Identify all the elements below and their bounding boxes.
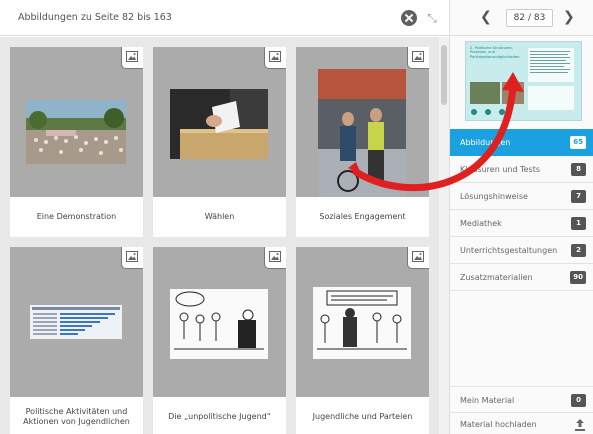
expand-icon[interactable]: ⤡ xyxy=(424,10,440,26)
chevron-left-icon[interactable]: ❮ xyxy=(480,9,492,25)
card-image-area xyxy=(153,47,286,197)
card-label: Die „unpolitische Jugend“ xyxy=(168,412,271,421)
menu-label: Klausuren und Tests xyxy=(460,165,541,174)
page-navigator: ❮ 82 / 83 ❯ xyxy=(450,0,593,36)
preview-content xyxy=(470,48,574,115)
image-icon xyxy=(407,247,429,269)
menu-label: Zusatzmaterialien xyxy=(460,273,533,282)
menu-item-mein-material[interactable]: Mein Material 0 xyxy=(450,386,593,413)
card-label: Soziales Engagement xyxy=(319,212,406,221)
count-badge: 65 xyxy=(570,136,586,149)
page-preview-thumbnail[interactable]: 2. Politische Strukturen, Prozesse, und … xyxy=(465,41,582,121)
image-icon xyxy=(264,247,286,269)
scrollbar-thumb[interactable] xyxy=(441,45,447,105)
gallery-header: Abbildungen zu Seite 82 bis 163 ⤡ xyxy=(0,0,449,36)
material-sidebar: ❮ 82 / 83 ❯ 2. Politische Strukturen, Pr… xyxy=(449,0,593,434)
voting-photo xyxy=(170,89,268,159)
image-card-waehlen[interactable]: Wählen xyxy=(153,47,286,237)
card-image-area xyxy=(153,247,286,397)
cartoon-unpolitische-jugend xyxy=(170,289,268,359)
card-label: Politische Aktivitäten und Aktionen von … xyxy=(23,407,130,426)
cartoon-jugendliche-parteien xyxy=(313,287,411,359)
menu-label: Abbildungen xyxy=(460,138,511,147)
card-image-area xyxy=(296,47,429,197)
card-image-area xyxy=(10,247,143,397)
menu-item-zusatzmaterialien[interactable]: Zusatzmaterialien 90 xyxy=(450,264,593,291)
menu-item-klausuren[interactable]: Klausuren und Tests 8 xyxy=(450,156,593,183)
demonstration-photo xyxy=(26,100,126,164)
image-card-unpolitische-jugend[interactable]: Die „unpolitische Jugend“ xyxy=(153,247,286,434)
close-icon[interactable] xyxy=(401,10,417,26)
card-image-area xyxy=(296,247,429,397)
gallery-title: Abbildungen zu Seite 82 bis 163 xyxy=(18,12,172,23)
material-upload-button[interactable]: Material hochladen xyxy=(450,413,593,434)
count-badge: 0 xyxy=(571,394,586,407)
menu-item-mediathek[interactable]: Mediathek 1 xyxy=(450,210,593,237)
image-card-politische-aktivitaeten[interactable]: Politische Aktivitäten und Aktionen von … xyxy=(10,247,143,434)
image-card-demonstration[interactable]: Eine Demonstration xyxy=(10,47,143,237)
card-label: Eine Demonstration xyxy=(36,212,117,221)
image-icon xyxy=(121,47,143,69)
upload-icon xyxy=(575,419,585,431)
menu-label: Material hochladen xyxy=(460,420,537,429)
gallery-scrollbar[interactable] xyxy=(439,37,449,434)
image-gallery-panel: Abbildungen zu Seite 82 bis 163 ⤡ Eine D… xyxy=(0,0,449,434)
image-card-soziales-engagement[interactable]: Soziales Engagement xyxy=(296,47,429,237)
count-badge: 8 xyxy=(571,163,586,176)
card-label: Wählen xyxy=(204,212,235,221)
chevron-right-icon[interactable]: ❯ xyxy=(563,9,575,25)
menu-item-abbildungen[interactable]: Abbildungen 65 xyxy=(450,129,593,156)
social-engagement-photo xyxy=(318,69,406,197)
image-icon xyxy=(264,47,286,69)
count-badge: 7 xyxy=(571,190,586,203)
menu-label: Mediathek xyxy=(460,219,502,228)
menu-item-unterrichtsgestaltungen[interactable]: Unterrichtsgestaltungen 2 xyxy=(450,237,593,264)
menu-label: Unterrichtsgestaltungen xyxy=(460,246,558,255)
count-badge: 1 xyxy=(571,217,586,230)
page-number-input[interactable]: 82 / 83 xyxy=(506,9,553,27)
image-icon xyxy=(407,47,429,69)
card-label: Jugendliche und Parteien xyxy=(312,412,413,421)
bar-chart-thumbnail xyxy=(30,305,122,339)
card-image-area xyxy=(10,47,143,197)
menu-label: Lösungshinweise xyxy=(460,192,528,201)
count-badge: 90 xyxy=(570,271,586,284)
menu-label: Mein Material xyxy=(460,396,515,405)
image-grid: Eine Demonstration Wählen Soziales Engag… xyxy=(0,37,439,434)
image-icon xyxy=(121,247,143,269)
image-card-jugendliche-und-parteien[interactable]: Jugendliche und Parteien xyxy=(296,247,429,434)
count-badge: 2 xyxy=(571,244,586,257)
menu-item-loesungshinweise[interactable]: Lösungshinweise 7 xyxy=(450,183,593,210)
